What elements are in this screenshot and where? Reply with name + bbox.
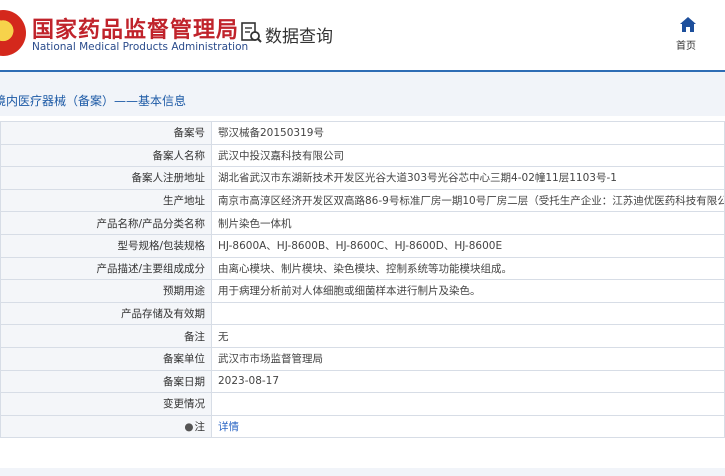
section-title: 境内医疗器械（备案）——基本信息 bbox=[0, 94, 187, 108]
field-label: 备注 bbox=[0, 324, 212, 348]
note-label-cell: ●注 bbox=[0, 414, 212, 439]
table-row: 产品描述/主要组成成分 由离心模块、制片模块、染色模块、控制系统等功能模块组成。 bbox=[0, 256, 725, 281]
home-link[interactable]: 首页 bbox=[671, 14, 703, 54]
brand-name-cn[interactable]: 国家药品监督管理局 bbox=[32, 12, 239, 44]
field-value: 湖北省武汉市东湖新技术开发区光谷大道303号光谷芯中心三期4-02幢11层110… bbox=[211, 166, 725, 190]
home-label: 首页 bbox=[676, 41, 696, 52]
field-value bbox=[211, 301, 725, 326]
field-label: 生产地址 bbox=[0, 188, 212, 213]
table-row: 预期用途 用于病理分析前对人体细胞或细菌样本进行制片及染色。 bbox=[0, 279, 725, 303]
field-label: 产品存储及有效期 bbox=[0, 301, 212, 326]
table-row: 备案人名称 武汉中投汉嘉科技有限公司 bbox=[0, 143, 725, 168]
field-value: 武汉市市场监督管理局 bbox=[211, 346, 725, 371]
field-label: 备案人名称 bbox=[0, 143, 212, 168]
field-value: 用于病理分析前对人体细胞或细菌样本进行制片及染色。 bbox=[211, 279, 725, 303]
record-detail-table: 备案号 鄂汉械备20150319号 备案人名称 武汉中投汉嘉科技有限公司 备案人… bbox=[0, 121, 725, 439]
national-emblem-icon[interactable]: ★ bbox=[0, 10, 26, 56]
page-footer-strip bbox=[0, 468, 725, 476]
field-value: HJ-8600A、HJ-8600B、HJ-8600C、HJ-8600D、HJ-8… bbox=[211, 233, 725, 258]
table-row: 生产地址 南京市高淳区经济开发区双高路86-9号标准厂房一期10号厂房二层（受托… bbox=[0, 188, 725, 213]
table-row: 产品存储及有效期 bbox=[0, 301, 725, 326]
table-row: ●注 详情 bbox=[0, 414, 725, 439]
field-label: 备案人注册地址 bbox=[0, 166, 212, 190]
details-link[interactable]: 详情 bbox=[218, 421, 239, 433]
table-row: 产品名称/产品分类名称 制片染色一体机 bbox=[0, 211, 725, 235]
field-label: 产品名称/产品分类名称 bbox=[0, 211, 212, 235]
brand-name-en[interactable]: National Medical Products Administration bbox=[32, 41, 248, 53]
note-value-cell: 详情 bbox=[211, 414, 725, 439]
field-value: 武汉中投汉嘉科技有限公司 bbox=[211, 143, 725, 168]
field-value: 无 bbox=[211, 324, 725, 348]
document-search-icon bbox=[241, 22, 262, 43]
field-value bbox=[211, 392, 725, 416]
table-row: 备案号 鄂汉械备20150319号 bbox=[0, 121, 725, 145]
table-row: 备案人注册地址 湖北省武汉市东湖新技术开发区光谷大道303号光谷芯中心三期4-0… bbox=[0, 166, 725, 190]
field-value: 鄂汉械备20150319号 bbox=[211, 121, 725, 145]
field-value: 南京市高淳区经济开发区双高路86-9号标准厂房一期10号厂房二层（受托生产企业：… bbox=[211, 188, 725, 213]
field-label: 备案号 bbox=[0, 121, 212, 145]
location-pin-icon: ● bbox=[184, 421, 194, 434]
field-value: 制片染色一体机 bbox=[211, 211, 725, 235]
field-label: 备案单位 bbox=[0, 346, 212, 371]
table-row: 型号规格/包装规格 HJ-8600A、HJ-8600B、HJ-8600C、HJ-… bbox=[0, 233, 725, 258]
field-label: 变更情况 bbox=[0, 392, 212, 416]
table-row: 变更情况 bbox=[0, 392, 725, 416]
field-label: 备案日期 bbox=[0, 369, 212, 394]
table-row: 备案日期 2023-08-17 bbox=[0, 369, 725, 394]
site-header: ★ 国家药品监督管理局 National Medical Products Ad… bbox=[0, 0, 725, 70]
table-row: 备注 无 bbox=[0, 324, 725, 348]
field-label: 型号规格/包装规格 bbox=[0, 233, 212, 258]
home-icon bbox=[680, 17, 696, 32]
field-label: 产品描述/主要组成成分 bbox=[0, 256, 212, 281]
field-label: 预期用途 bbox=[0, 279, 212, 303]
note-label: 注 bbox=[194, 421, 206, 434]
table-row: 备案单位 武汉市市场监督管理局 bbox=[0, 346, 725, 371]
field-value: 2023-08-17 bbox=[211, 369, 725, 394]
field-value: 由离心模块、制片模块、染色模块、控制系统等功能模块组成。 bbox=[211, 256, 725, 281]
page-title: 数据查询 bbox=[265, 27, 333, 47]
